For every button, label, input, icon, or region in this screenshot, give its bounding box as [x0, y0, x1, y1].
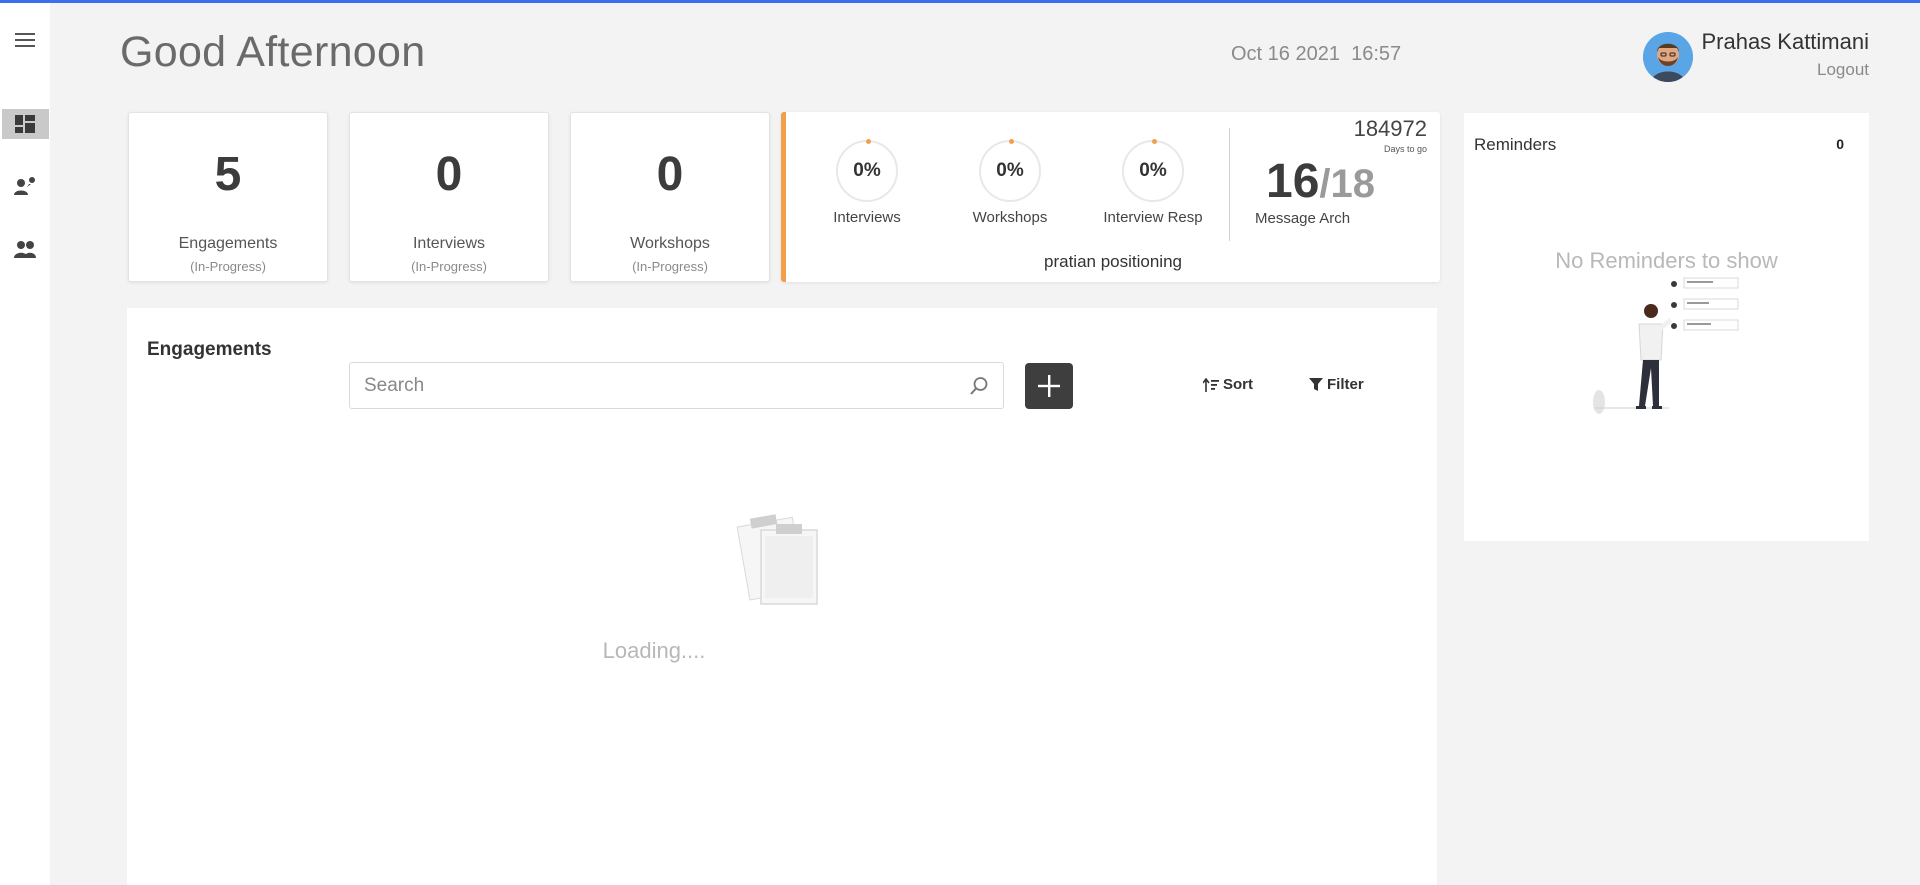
progress-percent: 0% [996, 160, 1024, 181]
filter-icon [1309, 377, 1323, 391]
sidebar-item-interviews[interactable] [0, 169, 50, 203]
top-accent-line [0, 0, 1920, 3]
progress-dot [866, 139, 871, 144]
menu-button[interactable] [0, 23, 50, 57]
stat-sublabel: (In-Progress) [411, 259, 487, 274]
menu-icon [15, 33, 35, 47]
stat-label: Workshops [630, 235, 710, 252]
days-to-go-value: 184972 [1353, 116, 1427, 141]
project-progress-panel[interactable]: 0% Interviews 0% Workshops 0% Interview … [781, 112, 1440, 282]
stat-card-interviews[interactable]: 0 Interviews (In-Progress) [349, 112, 549, 282]
avatar[interactable] [1643, 32, 1693, 82]
search-input[interactable] [350, 363, 940, 408]
sidebar [0, 3, 50, 885]
message-arch-total: /18 [1319, 162, 1375, 206]
progress-dot [1152, 139, 1157, 144]
progress-label: Interview Resp [1103, 209, 1203, 226]
sort-button[interactable]: Sort [1203, 376, 1253, 393]
sort-icon [1203, 377, 1219, 392]
user-avatar-icon [1643, 32, 1693, 82]
progress-label: Interviews [833, 209, 901, 226]
message-arch-count: 16/18 [1266, 158, 1375, 206]
progress-percent: 0% [853, 160, 881, 181]
sidebar-item-dashboard[interactable] [0, 107, 50, 141]
sort-label: Sort [1223, 376, 1253, 393]
project-name: pratian positioning [1044, 252, 1182, 271]
stat-value: 5 [214, 148, 242, 201]
engagements-panel: Engagements Sort Filter [127, 308, 1437, 885]
reminders-title: Reminders [1474, 135, 1557, 154]
filter-button[interactable]: Filter [1309, 376, 1364, 393]
engagements-title: Engagements [147, 339, 272, 360]
reminders-panel: Reminders 0 No Reminders to show [1464, 113, 1869, 541]
progress-ring-interview-resp: 0% [1122, 139, 1184, 202]
panel-divider [1229, 128, 1230, 241]
stat-sublabel: (In-Progress) [190, 259, 266, 274]
greeting-title: Good Afternoon [120, 28, 426, 76]
add-engagement-button[interactable] [1025, 363, 1073, 409]
stat-label: Engagements [178, 235, 278, 252]
stat-value: 0 [435, 148, 463, 201]
progress-ring-interviews: 0% [836, 139, 898, 202]
days-to-go-label: Days to go [1383, 144, 1427, 154]
progress-dot [1009, 139, 1014, 144]
reminders-count: 0 [1836, 136, 1844, 152]
people-icon [14, 241, 36, 258]
person-chat-icon [14, 177, 35, 195]
dashboard-icon [15, 115, 35, 133]
sidebar-item-people[interactable] [0, 232, 50, 266]
message-arch-done: 16 [1266, 155, 1320, 208]
logout-link[interactable]: Logout [1817, 60, 1869, 80]
stat-card-workshops[interactable]: 0 Workshops (In-Progress) [570, 112, 770, 282]
stat-card-engagements[interactable]: 5 Engagements (In-Progress) [128, 112, 328, 282]
clipboard-illustration [736, 514, 818, 605]
reminders-empty-illustration [1593, 277, 1739, 414]
progress-ring-workshops: 0% [979, 139, 1041, 202]
stat-sublabel: (In-Progress) [632, 259, 708, 274]
plus-icon [1038, 375, 1060, 397]
filter-label: Filter [1327, 376, 1364, 393]
current-datetime: Oct 16 2021 16:57 [1231, 43, 1402, 65]
stat-value: 0 [656, 148, 684, 201]
loading-text: Loading.... [602, 638, 706, 663]
message-arch-label: Message Arch [1255, 210, 1351, 227]
progress-label: Workshops [972, 209, 1048, 226]
search-icon[interactable] [969, 376, 989, 396]
user-name: Prahas Kattimani [1701, 29, 1869, 54]
progress-percent: 0% [1139, 160, 1167, 181]
search-box [349, 362, 1004, 409]
stat-label: Interviews [412, 235, 486, 252]
